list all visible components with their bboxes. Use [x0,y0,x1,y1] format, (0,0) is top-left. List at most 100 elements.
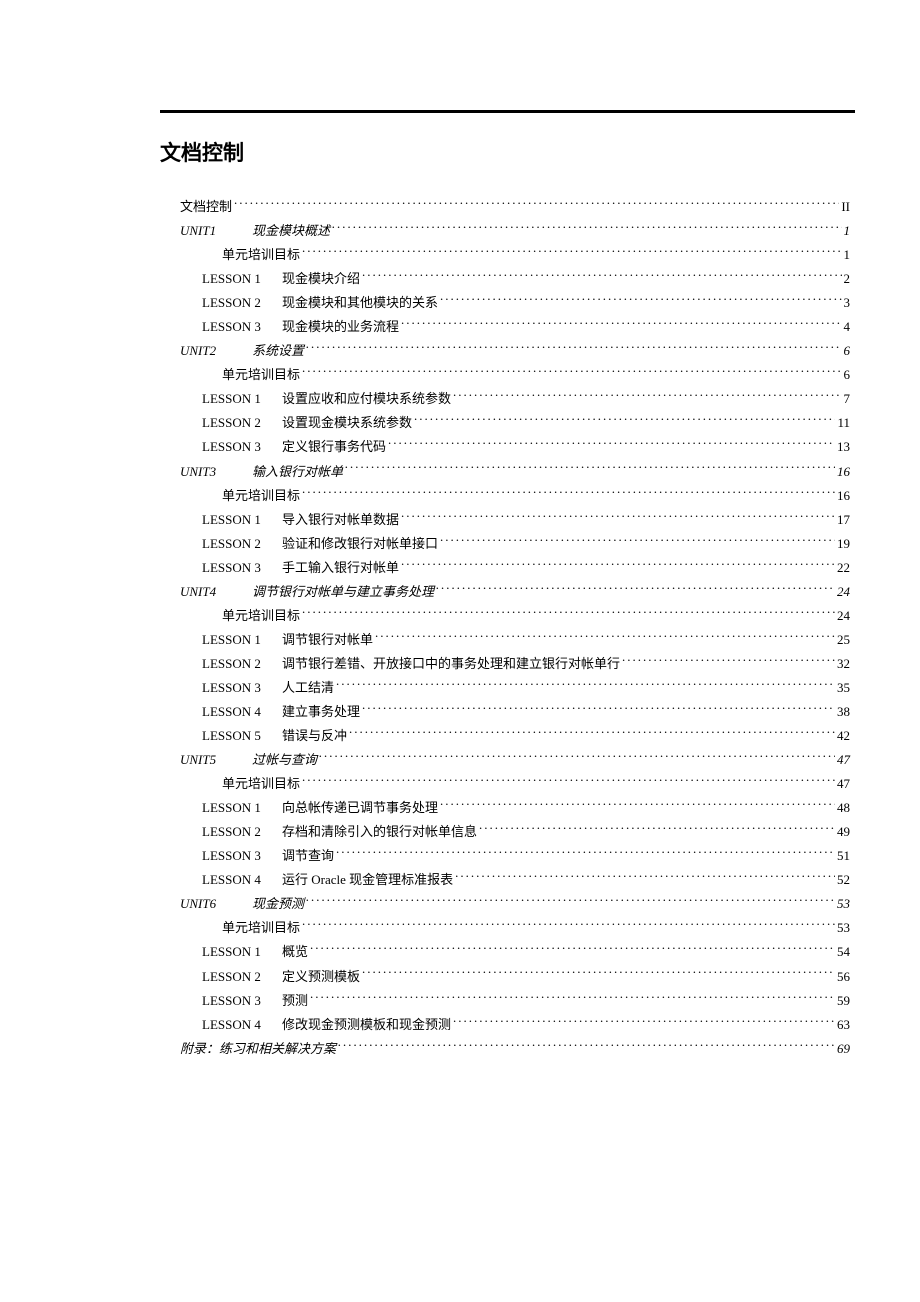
toc-entry-label: LESSON 2验证和修改银行对帐单接口 [202,532,438,556]
toc-page-number: 17 [837,508,850,532]
toc-page-number: 59 [837,989,850,1013]
lesson-title: 现金模块介绍 [282,271,360,286]
toc-page-number: 24 [837,604,850,628]
toc-leader [310,943,835,956]
toc-leader [302,775,835,788]
toc-entry-label: LESSON 2调节银行差错、开放接口中的事务处理和建立银行对帐单行 [202,652,620,676]
toc-entry: LESSON 4运行 Oracle 现金管理标准报表52 [180,868,850,892]
toc-page-number: 35 [837,676,850,700]
toc-page-number: 19 [837,532,850,556]
toc-leader [362,270,841,283]
toc-entry-label: 单元培训目标 [222,484,300,508]
lesson-title: 预测 [282,993,308,1008]
toc-entry: LESSON 2调节银行差错、开放接口中的事务处理和建立银行对帐单行 32 [180,652,850,676]
lesson-title: 存档和清除引入的银行对帐单信息 [282,824,477,839]
toc-entry: LESSON 3定义银行事务代码 13 [180,435,850,459]
lesson-title: 导入银行对帐单数据 [282,512,399,527]
toc-entry: UNIT6现金预测53 [180,892,850,916]
toc-entry: LESSON 1现金模块介绍2 [180,267,850,291]
toc-page-number: 16 [837,460,850,484]
lesson-code: LESSON 2 [202,965,282,989]
toc-entry: LESSON 1设置应收和应付模块系统参数7 [180,387,850,411]
toc-entry: LESSON 3调节查询51 [180,844,850,868]
unit-title: 调节银行对帐单与建立事务处理 [252,584,434,599]
toc-entry-label: LESSON 4修改现金预测模板和现金预测 [202,1013,451,1037]
toc-leader [302,919,835,932]
toc-page-number: 1 [844,243,851,267]
toc-page-number: 53 [837,916,850,940]
toc-leader [479,823,835,836]
toc-entry: LESSON 2设置现金模块系统参数 11 [180,411,850,435]
lesson-code: LESSON 1 [202,628,282,652]
lesson-code: LESSON 1 [202,387,282,411]
toc-leader [440,799,835,812]
lesson-title: 定义银行事务代码 [282,439,386,454]
unit-code: UNIT2 [180,339,252,363]
toc-entry-label: LESSON 3定义银行事务代码 [202,435,386,459]
toc-leader [401,511,835,524]
toc-leader [453,1016,835,1029]
toc-entry: LESSON 4修改现金预测模板和现金预测 63 [180,1013,850,1037]
toc-entry: UNIT5过帐与查询47 [180,748,850,772]
toc-entry-label: LESSON 4建立事务处理 [202,700,360,724]
toc-entry: LESSON 3手工输入银行对帐单 22 [180,556,850,580]
lesson-code: LESSON 4 [202,700,282,724]
toc-entry-label: LESSON 2定义预测模板 [202,965,360,989]
unit-title: 现金模块概述 [252,223,330,238]
lesson-code: LESSON 3 [202,315,282,339]
table-of-contents: 文档控制IIUNIT1现金模块概述1单元培训目标1LESSON 1现金模块介绍2… [180,195,850,1061]
toc-leader [362,968,835,981]
toc-entry-label: UNIT6现金预测 [180,892,304,916]
toc-page-number: 11 [837,411,850,435]
toc-entry-label: 文档控制 [180,195,232,219]
toc-leader [414,414,835,427]
toc-page-number: 42 [837,724,850,748]
toc-entry-label: LESSON 2设置现金模块系统参数 [202,411,412,435]
lesson-title: 向总帐传递已调节事务处理 [282,800,438,815]
toc-entry-label: LESSON 2存档和清除引入的银行对帐单信息 [202,820,477,844]
lesson-title: 概览 [282,944,308,959]
toc-leader [453,390,841,403]
toc-entry: 单元培训目标1 [180,243,850,267]
lesson-code: LESSON 2 [202,820,282,844]
lesson-code: LESSON 1 [202,796,282,820]
toc-entry: 附录：练习和相关解决方案69 [180,1037,850,1061]
toc-entry-label: LESSON 4运行 Oracle 现金管理标准报表 [202,868,453,892]
toc-leader [362,703,835,716]
toc-page-number: 24 [837,580,850,604]
toc-entry: 单元培训目标47 [180,772,850,796]
toc-entry: LESSON 4建立事务处理 38 [180,700,850,724]
toc-leader [401,559,835,572]
toc-page-number: 38 [837,700,850,724]
lesson-title: 设置现金模块系统参数 [282,415,412,430]
toc-page-number: 22 [837,556,850,580]
toc-page-number: 47 [837,772,850,796]
toc-leader [302,607,835,620]
toc-entry-label: LESSON 3预测 [202,989,308,1013]
toc-entry-label: LESSON 3人工结清 [202,676,334,700]
toc-page-number: 48 [837,796,850,820]
lesson-code: LESSON 1 [202,508,282,532]
toc-leader [440,535,835,548]
lesson-title: 现金模块和其他模块的关系 [282,295,438,310]
lesson-code: LESSON 1 [202,267,282,291]
toc-entry: 单元培训目标53 [180,916,850,940]
lesson-title: 设置应收和应付模块系统参数 [282,391,451,406]
toc-page-number: 63 [837,1013,850,1037]
lesson-code: LESSON 3 [202,435,282,459]
toc-leader [388,438,835,451]
toc-entry-label: LESSON 3手工输入银行对帐单 [202,556,399,580]
toc-page-number: 13 [837,435,850,459]
toc-page-number: 32 [837,652,850,676]
lesson-title: 现金模块的业务流程 [282,319,399,334]
toc-leader [302,487,835,500]
unit-title: 系统设置 [252,343,304,358]
unit-title: 输入银行对帐单 [252,464,343,479]
toc-entry: LESSON 2存档和清除引入的银行对帐单信息49 [180,820,850,844]
toc-entry-label: LESSON 1调节银行对帐单 [202,628,373,652]
toc-leader [310,992,835,1005]
lesson-title: 错误与反冲 [282,728,347,743]
toc-leader [345,463,835,476]
toc-entry: UNIT3输入银行对帐单16 [180,460,850,484]
toc-entry: LESSON 2定义预测模板56 [180,965,850,989]
